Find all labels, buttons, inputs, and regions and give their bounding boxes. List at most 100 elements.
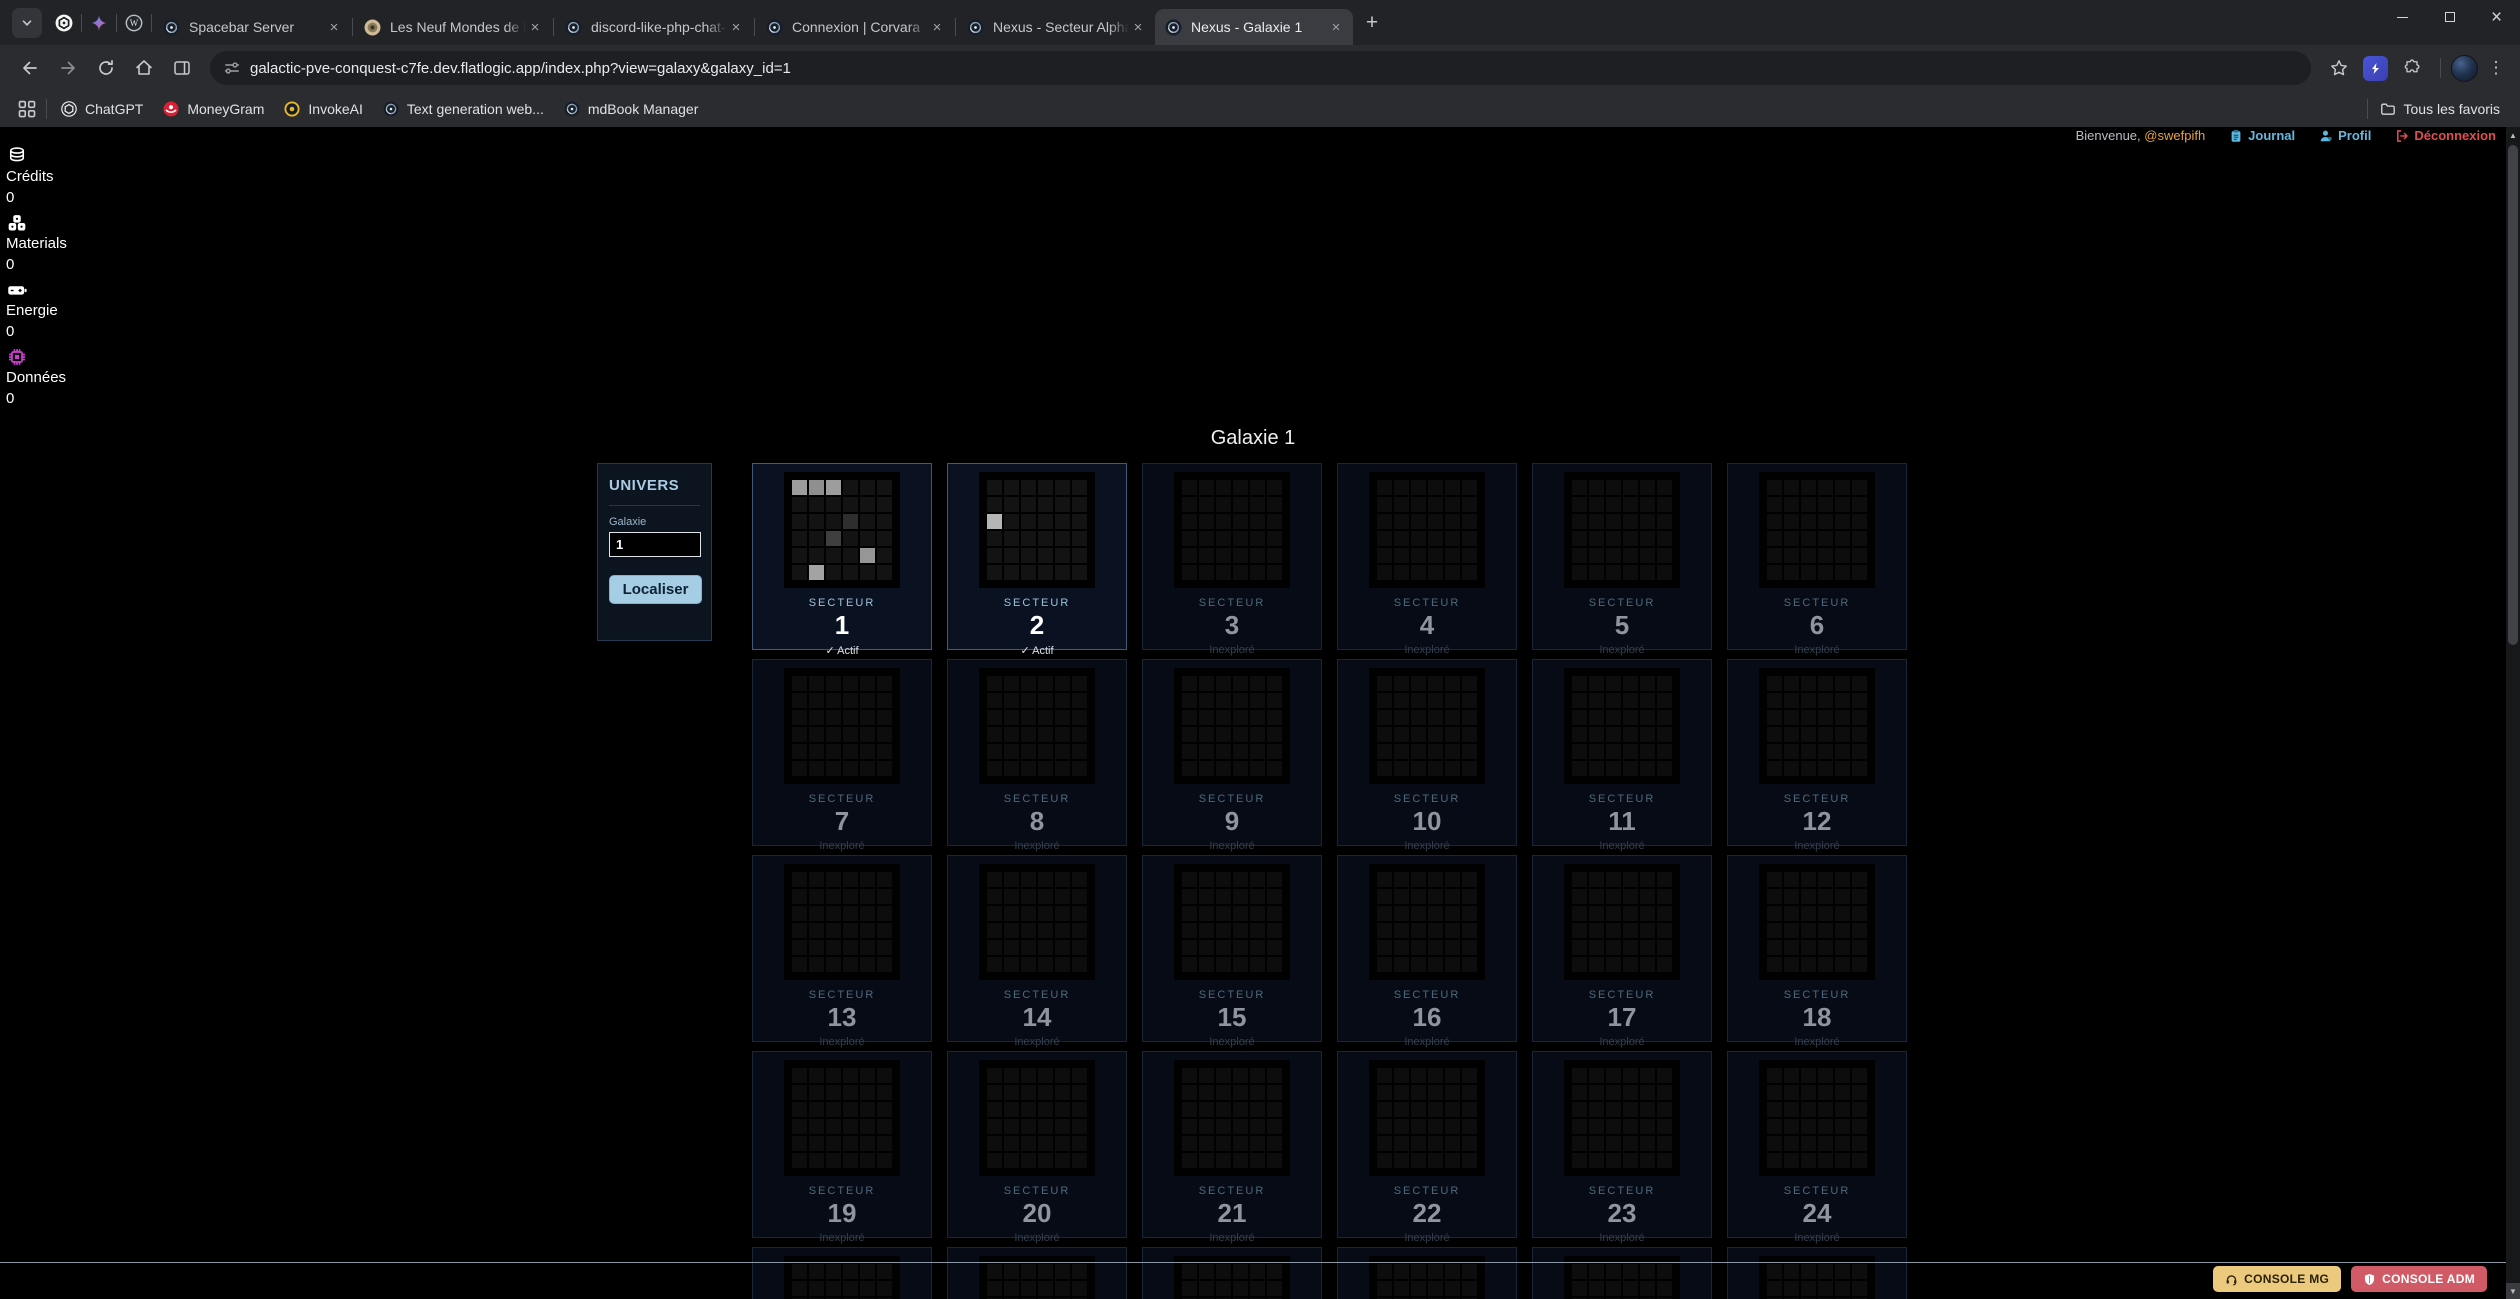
all-bookmarks-button[interactable]: Tous les favoris [2372, 101, 2508, 117]
sector-card[interactable]: SECTEUR10Inexploré [1337, 659, 1517, 846]
console-adm-button[interactable]: CONSOLE ADM [2351, 1266, 2487, 1292]
galaxie-input[interactable] [609, 532, 701, 557]
tab[interactable]: Nexus - Secteur Alpha [G1]× [957, 9, 1155, 45]
tab[interactable]: Spacebar Server× [153, 9, 351, 45]
pinned-tab-openai[interactable] [48, 8, 80, 38]
profil-link[interactable]: Profil [2319, 128, 2371, 143]
browser-menu-button[interactable]: ⋮ [2484, 58, 2508, 78]
sector-card[interactable]: SECTEUR8Inexploré [947, 659, 1127, 846]
mini-cell [1767, 889, 1782, 904]
mini-cell [1055, 565, 1070, 580]
window-maximize-button[interactable] [2426, 0, 2473, 34]
bookmark-item[interactable]: ChatGPT [51, 95, 153, 123]
mini-cell [1267, 872, 1282, 887]
bookmark-item[interactable]: MoneyGram [153, 95, 274, 123]
sector-card[interactable]: SECTEUR24Inexploré [1727, 1051, 1907, 1238]
tab-close-button[interactable]: × [727, 18, 745, 36]
tab-close-button[interactable]: × [1129, 18, 1147, 36]
side-panel-button[interactable] [164, 50, 200, 86]
bookmark-item[interactable]: mdBook Manager [554, 95, 709, 123]
tab-close-button[interactable]: × [928, 18, 946, 36]
mini-cell [1852, 1085, 1867, 1100]
bookmark-item[interactable]: InvokeAI [274, 95, 372, 123]
tab-close-button[interactable]: × [526, 18, 544, 36]
profile-avatar[interactable] [2451, 55, 2478, 82]
reload-button[interactable] [88, 50, 124, 86]
bookmark-star-button[interactable] [2321, 50, 2357, 86]
sector-card[interactable]: SECTEUR14Inexploré [947, 855, 1127, 1042]
scroll-thumb[interactable] [2508, 145, 2518, 645]
mini-cell [1606, 761, 1621, 776]
window-minimize-button[interactable] [2379, 0, 2426, 34]
tab-close-button[interactable]: × [1327, 18, 1345, 36]
sector-card[interactable]: SECTEUR22Inexploré [1337, 1051, 1517, 1238]
mini-cell [1657, 710, 1672, 725]
extensions-puzzle-button[interactable] [2394, 50, 2430, 86]
mini-cell [1657, 1136, 1672, 1151]
sector-card[interactable]: SECTEUR30Inexploré [1727, 1247, 1907, 1299]
back-button[interactable] [12, 50, 48, 86]
sector-card[interactable]: SECTEUR7Inexploré [752, 659, 932, 846]
sector-card[interactable]: SECTEUR2✓ Actif [947, 463, 1127, 650]
sector-card[interactable]: SECTEUR4Inexploré [1337, 463, 1517, 650]
sector-card[interactable]: SECTEUR6Inexploré [1727, 463, 1907, 650]
page-scrollbar[interactable]: ▲ ▼ [2506, 127, 2520, 1299]
sector-card[interactable]: SECTEUR3Inexploré [1142, 463, 1322, 650]
tab-close-button[interactable]: × [325, 18, 343, 36]
sector-card[interactable]: SECTEUR16Inexploré [1337, 855, 1517, 1042]
sector-card[interactable]: SECTEUR25Inexploré [752, 1247, 932, 1299]
sector-card[interactable]: SECTEUR9Inexploré [1142, 659, 1322, 846]
sector-card[interactable]: SECTEUR13Inexploré [752, 855, 932, 1042]
scroll-up-button[interactable]: ▲ [2506, 127, 2520, 143]
sector-card[interactable]: SECTEUR29Inexploré [1532, 1247, 1712, 1299]
sector-card[interactable]: SECTEUR27Inexploré [1142, 1247, 1322, 1299]
tab[interactable]: Les Neuf Mondes de la Mytholo× [354, 9, 552, 45]
sector-card[interactable]: SECTEUR23Inexploré [1532, 1051, 1712, 1238]
pinned-tab-wordpress[interactable]: W [118, 8, 150, 38]
mini-cell [1640, 1281, 1655, 1296]
console-mg-button[interactable]: CONSOLE MG [2213, 1266, 2341, 1292]
tab-search-button[interactable] [12, 8, 42, 38]
tab-separator [116, 14, 117, 32]
home-button[interactable] [126, 50, 162, 86]
tab[interactable]: Connexion | Corvara× [756, 9, 954, 45]
mini-cell [1021, 761, 1036, 776]
mini-cell [1767, 761, 1782, 776]
sector-card[interactable]: SECTEUR11Inexploré [1532, 659, 1712, 846]
extension-button[interactable] [2363, 56, 2388, 81]
apps-grid-button[interactable] [12, 94, 42, 124]
sector-card[interactable]: SECTEUR15Inexploré [1142, 855, 1322, 1042]
mini-cell [1767, 940, 1782, 955]
sector-card[interactable]: SECTEUR1✓ Actif [752, 463, 932, 650]
localiser-button[interactable]: Localiser [609, 575, 702, 604]
sector-card[interactable]: SECTEUR26Inexploré [947, 1247, 1127, 1299]
mini-cell [1216, 923, 1231, 938]
forward-button[interactable] [50, 50, 86, 86]
tab[interactable]: discord-like-php-chat-7262.dev× [555, 9, 753, 45]
sector-card[interactable]: SECTEUR28Inexploré [1337, 1247, 1517, 1299]
logout-link[interactable]: Déconnexion [2395, 128, 2496, 143]
tab-active[interactable]: Nexus - Galaxie 1× [1155, 9, 1353, 45]
mini-cell [1852, 676, 1867, 691]
mini-cell [1462, 514, 1477, 529]
sector-card[interactable]: SECTEUR19Inexploré [752, 1051, 932, 1238]
new-tab-button[interactable]: + [1357, 8, 1387, 38]
mini-cell [1199, 889, 1214, 904]
pinned-tab-gemini[interactable] [83, 8, 115, 38]
journal-link[interactable]: Journal [2229, 128, 2295, 143]
sector-card[interactable]: SECTEUR12Inexploré [1727, 659, 1907, 846]
mini-cell [843, 1136, 858, 1151]
scroll-down-button[interactable]: ▼ [2506, 1283, 2520, 1299]
sector-card[interactable]: SECTEUR21Inexploré [1142, 1051, 1322, 1238]
url-bar[interactable]: galactic-pve-conquest-c7fe.dev.flatlogic… [210, 51, 2311, 85]
sector-card[interactable]: SECTEUR20Inexploré [947, 1051, 1127, 1238]
window-close-button[interactable]: × [2473, 0, 2520, 34]
mini-cell [987, 1068, 1002, 1083]
sector-card[interactable]: SECTEUR18Inexploré [1727, 855, 1907, 1042]
sector-card[interactable]: SECTEUR5Inexploré [1532, 463, 1712, 650]
sector-card[interactable]: SECTEUR17Inexploré [1532, 855, 1712, 1042]
mini-cell [1250, 906, 1265, 921]
mini-cell [987, 761, 1002, 776]
bookmark-item[interactable]: Text generation web... [373, 95, 554, 123]
mini-cell [1233, 906, 1248, 921]
